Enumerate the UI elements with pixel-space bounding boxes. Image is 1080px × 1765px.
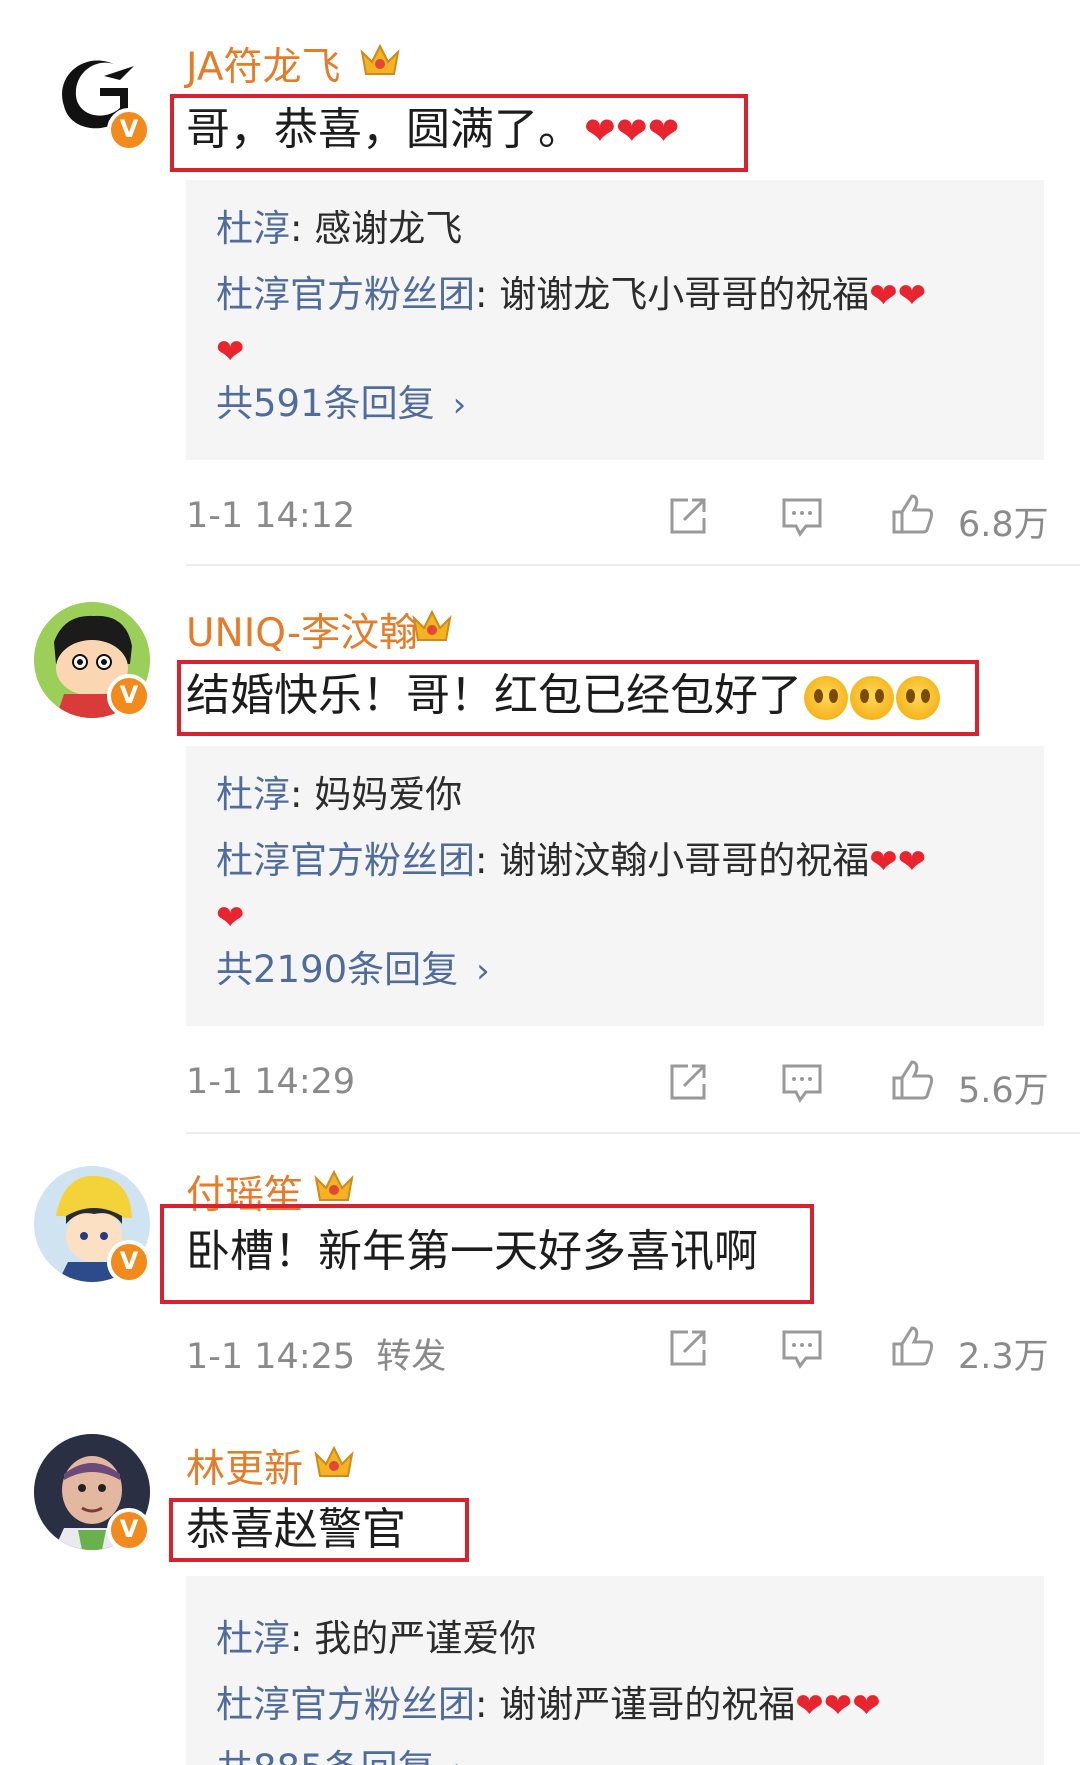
reply-item: 杜淳官方粉丝团: 谢谢龙飞小哥哥的祝福❤❤ xyxy=(216,262,1014,329)
heart-emoji: ❤ xyxy=(216,898,245,938)
like-count: 2.3万 xyxy=(958,1337,1049,1377)
comment-icon[interactable] xyxy=(778,1324,826,1372)
more-replies-label: 共2190条回复 xyxy=(216,948,459,991)
reply-author[interactable]: 杜淳 xyxy=(216,207,290,250)
reply-author[interactable]: 杜淳官方粉丝团 xyxy=(216,273,475,316)
more-replies-link[interactable]: 共2190条回复 › xyxy=(216,940,1014,1001)
chevron-right-icon: › xyxy=(476,951,490,991)
reply-text: : 我的严谨爱你 xyxy=(290,1617,537,1660)
comment-text: 恭喜赵警官 xyxy=(186,1500,406,1560)
comment-item: V 林更新 恭喜赵警官 杜淳: 我的严谨爱你 杜淳官方粉丝团: 谢谢严谨哥的祝福… xyxy=(0,1420,1080,1765)
comment-text: 卧槽！新年第一天好多喜讯啊 xyxy=(186,1222,758,1282)
share-icon[interactable] xyxy=(664,1058,712,1106)
reply-text: : 谢谢龙飞小哥哥的祝福 xyxy=(475,273,870,316)
heart-emoji: ❤❤ xyxy=(869,842,927,882)
comment-icon[interactable] xyxy=(778,1058,826,1106)
comment-time: 1-1 14:12 xyxy=(186,496,356,536)
crown-icon xyxy=(312,1442,356,1482)
reply-item: 杜淳: 感谢龙飞 xyxy=(216,196,1014,262)
more-replies-label: 共885条回复 xyxy=(216,1747,435,1765)
username[interactable]: 林更新 xyxy=(186,1438,303,1494)
comment-item: V UNIQ-李汶翰 结婚快乐！哥！红包已经包好了 杜淳: 妈妈爱你 杜淳官方粉… xyxy=(0,566,1080,1134)
repost-label[interactable]: 转发 xyxy=(376,1337,446,1377)
reply-item-continuation: ❤ xyxy=(216,895,1014,940)
heart-emoji: ❤❤ xyxy=(869,276,927,316)
thumbs-up-icon[interactable] xyxy=(888,1322,936,1370)
reply-author[interactable]: 杜淳 xyxy=(216,773,290,816)
more-replies-link[interactable]: 共591条回复 › xyxy=(216,374,1014,435)
comment-item: V 付瑶笙 卧槽！新年第一天好多喜讯啊 1-1 14:25 转发 2.3万 xyxy=(0,1134,1080,1394)
reply-text: : 谢谢汶翰小哥哥的祝福 xyxy=(475,839,870,882)
comment-text: 结婚快乐！哥！红包已经包好了 xyxy=(186,666,940,726)
comment-text-body: 哥，恭喜，圆满了。 xyxy=(186,104,582,155)
crown-icon xyxy=(312,1166,356,1206)
comment-text: 哥，恭喜，圆满了。❤❤❤ xyxy=(186,100,680,161)
reply-author[interactable]: 杜淳官方粉丝团 xyxy=(216,839,475,882)
thumbs-up-icon[interactable] xyxy=(888,490,936,538)
chevron-right-icon: › xyxy=(453,1750,467,1765)
reply-item: 杜淳: 妈妈爱你 xyxy=(216,762,1014,828)
reply-text: : 妈妈爱你 xyxy=(290,773,463,816)
comment-time: 1-1 14:29 xyxy=(186,1062,356,1102)
reply-author[interactable]: 杜淳官方粉丝团 xyxy=(216,1683,475,1726)
crying-emoji-icon xyxy=(804,676,848,720)
reply-item: 杜淳: 我的严谨爱你 xyxy=(216,1606,1014,1672)
reply-box[interactable]: 杜淳: 感谢龙飞 杜淳官方粉丝团: 谢谢龙飞小哥哥的祝福❤❤ ❤ 共591条回复… xyxy=(186,180,1044,460)
reply-box[interactable]: 杜淳: 妈妈爱你 杜淳官方粉丝团: 谢谢汶翰小哥哥的祝福❤❤ ❤ 共2190条回… xyxy=(186,746,1044,1026)
reply-item-continuation: ❤ xyxy=(216,329,1014,374)
verified-badge-icon: V xyxy=(107,1508,151,1552)
share-icon[interactable] xyxy=(664,492,712,540)
thumbs-up-icon[interactable] xyxy=(888,1056,936,1104)
heart-emoji: ❤❤❤ xyxy=(795,1686,881,1726)
comment-text-body: 恭喜赵警官 xyxy=(186,1504,406,1555)
reply-item: 杜淳官方粉丝团: 谢谢汶翰小哥哥的祝福❤❤ xyxy=(216,828,1014,895)
crown-icon xyxy=(410,606,454,646)
crown-icon xyxy=(358,40,402,80)
more-replies-link[interactable]: 共885条回复 › xyxy=(216,1739,1014,1765)
comment-time: 1-1 14:25 xyxy=(186,1337,356,1377)
crying-emoji-icon xyxy=(896,676,940,720)
like-count: 5.6万 xyxy=(958,1071,1049,1111)
comment-icon[interactable] xyxy=(778,492,826,540)
reply-text: : 感谢龙飞 xyxy=(290,207,463,250)
heart-emoji: ❤❤❤ xyxy=(584,109,680,153)
heart-emoji: ❤ xyxy=(216,332,245,372)
comment-item: V JA符龙飞 哥，恭喜，圆满了。❤❤❤ 杜淳: 感谢龙飞 杜淳官方粉丝团: 谢… xyxy=(0,0,1080,566)
verified-badge-icon: V xyxy=(107,1240,151,1284)
comment-text-body: 卧槽！新年第一天好多喜讯啊 xyxy=(186,1226,758,1277)
more-replies-label: 共591条回复 xyxy=(216,382,435,425)
verified-badge-icon: V xyxy=(107,108,151,152)
reply-author[interactable]: 杜淳 xyxy=(216,1617,290,1660)
comment-meta: 1-1 14:25 转发 xyxy=(186,1328,446,1379)
crying-emoji-icon xyxy=(850,676,894,720)
username[interactable]: UNIQ-李汶翰 xyxy=(186,602,418,658)
comment-text-body: 结婚快乐！哥！红包已经包好了 xyxy=(186,670,802,721)
like-count: 6.8万 xyxy=(958,505,1049,545)
reply-text: : 谢谢严谨哥的祝福 xyxy=(475,1683,796,1726)
chevron-right-icon: › xyxy=(452,385,467,425)
username[interactable]: JA符龙飞 xyxy=(186,36,341,92)
reply-box[interactable]: 杜淳: 我的严谨爱你 杜淳官方粉丝团: 谢谢严谨哥的祝福❤❤❤ 共885条回复 › xyxy=(186,1576,1044,1765)
verified-badge-icon: V xyxy=(107,674,151,718)
share-icon[interactable] xyxy=(664,1324,712,1372)
reply-item: 杜淳官方粉丝团: 谢谢严谨哥的祝福❤❤❤ xyxy=(216,1672,1014,1739)
